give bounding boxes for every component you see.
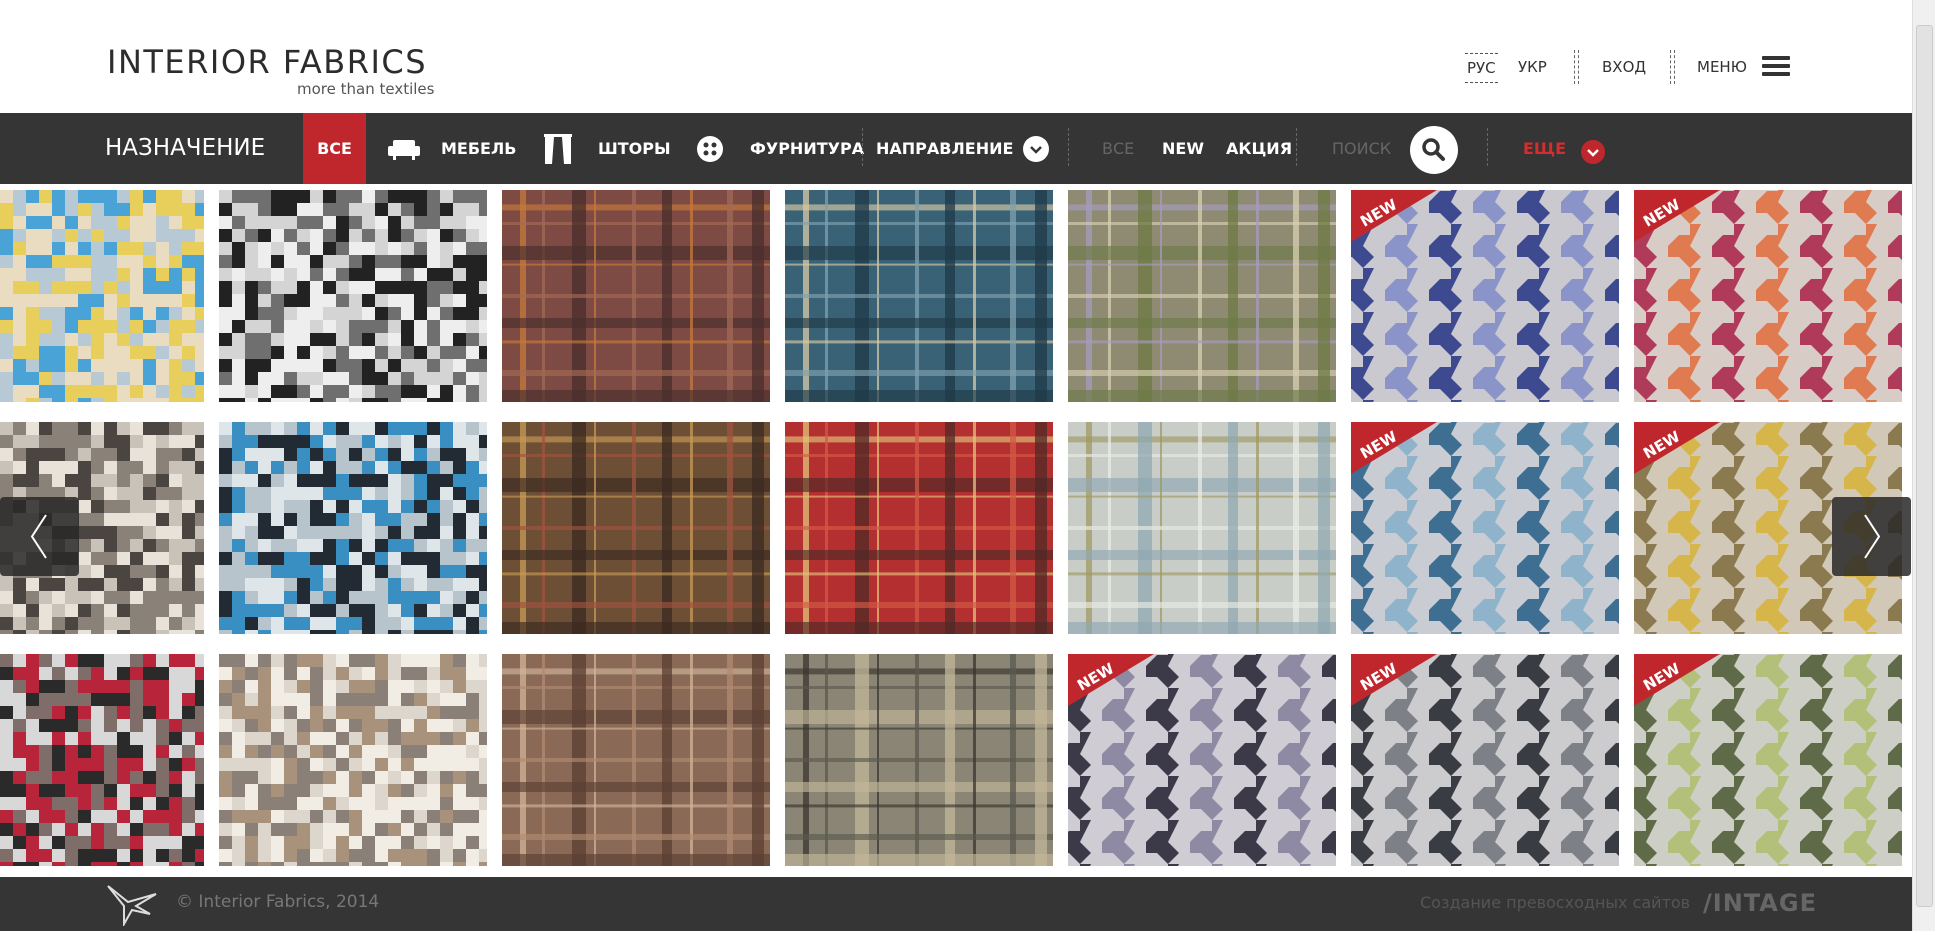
curtains-icon	[544, 134, 572, 164]
divider	[1068, 128, 1069, 166]
fabric-swatch-image	[1351, 190, 1619, 402]
fabric-swatch-image	[1068, 422, 1336, 634]
fabric-tile[interactable]	[1068, 422, 1336, 634]
fabric-tile[interactable]	[219, 654, 487, 866]
fabric-swatch-image	[785, 654, 1053, 866]
logo[interactable]: INTERIOR FABRICS more than textiles	[107, 43, 434, 98]
fabric-swatch-image	[1068, 190, 1336, 402]
fabric-tile[interactable]: NEW	[1634, 190, 1902, 402]
developer-logo[interactable]: /INTAGE	[1703, 889, 1817, 917]
lang-ua-link[interactable]: УКР	[1518, 58, 1547, 76]
fabric-tile[interactable]	[502, 190, 770, 402]
fabric-swatch-image	[502, 422, 770, 634]
nav-furniture-link[interactable]: МЕБЕЛЬ	[441, 113, 516, 184]
divider	[1670, 50, 1675, 84]
hamburger-menu-icon[interactable]	[1762, 56, 1790, 76]
more-dropdown[interactable]: ЕЩЕ	[1523, 113, 1566, 184]
fabric-swatch-image	[1351, 422, 1619, 634]
search-input[interactable]: ПОИСК	[1332, 113, 1391, 184]
scrollbar[interactable]	[1912, 0, 1935, 931]
fabric-tile[interactable]	[1068, 190, 1336, 402]
fabric-swatch-image	[502, 190, 770, 402]
filter-sale-link[interactable]: АКЦИЯ	[1226, 113, 1292, 184]
chevron-down-icon[interactable]	[1581, 140, 1605, 164]
fabric-swatch-image	[219, 190, 487, 402]
copyright: © Interior Fabrics, 2014	[176, 892, 380, 912]
sofa-icon	[388, 140, 420, 160]
nav-direction-dropdown[interactable]: НАПРАВЛЕНИЕ	[876, 113, 1013, 184]
prev-arrow-button[interactable]	[0, 497, 79, 576]
nav-hardware-link[interactable]: ФУРНИТУРА	[750, 113, 864, 184]
fabric-tile[interactable]: NEW	[1351, 190, 1619, 402]
search-button[interactable]	[1410, 126, 1458, 174]
site-header: INTERIOR FABRICS more than textiles РУС …	[0, 0, 1912, 113]
divider	[1296, 128, 1297, 166]
login-link[interactable]: ВХОД	[1602, 58, 1646, 76]
fabric-swatch-image	[0, 654, 204, 866]
fabric-tile[interactable]	[785, 190, 1053, 402]
category-nav: НАЗНАЧЕНИЕ ВСЕ МЕБЕЛЬ ШТОРЫ ФУРНИТУРА НА…	[0, 113, 1912, 184]
fabric-tile[interactable]: NEW	[1634, 654, 1902, 866]
nav-title: НАЗНАЧЕНИЕ	[105, 135, 266, 161]
fabric-tile[interactable]	[0, 654, 204, 866]
fabric-swatch-image	[1634, 190, 1902, 402]
chevron-right-icon	[1864, 514, 1881, 559]
fabric-tile[interactable]	[785, 422, 1053, 634]
fabric-swatch-image	[219, 654, 487, 866]
button-icon	[697, 136, 723, 162]
product-grid: NEW NEW NEW NEW NEW NEW NEW	[0, 190, 1912, 870]
developer-credit-link[interactable]: Создание превосходных сайтов	[1420, 893, 1690, 912]
fabric-tile[interactable]: NEW	[1351, 422, 1619, 634]
logo-subtitle: more than textiles	[297, 80, 435, 98]
nav-all-button[interactable]: ВСЕ	[303, 113, 366, 184]
next-arrow-button[interactable]	[1832, 497, 1911, 576]
lang-ru-link[interactable]: РУС	[1465, 53, 1498, 83]
site-footer: © Interior Fabrics, 2014 Создание превос…	[0, 877, 1912, 931]
menu-link[interactable]: МЕНЮ	[1697, 58, 1747, 76]
fabric-tile[interactable]	[219, 422, 487, 634]
fabric-swatch-image	[1634, 654, 1902, 866]
fabric-tile[interactable]	[0, 190, 204, 402]
fabric-tile[interactable]	[502, 422, 770, 634]
chevron-down-icon[interactable]	[1023, 136, 1049, 162]
fabric-tile[interactable]: NEW	[1351, 654, 1619, 866]
divider	[1487, 128, 1488, 166]
fabric-swatch-image	[785, 190, 1053, 402]
nav-curtains-link[interactable]: ШТОРЫ	[598, 113, 671, 184]
filter-new-link[interactable]: NEW	[1162, 113, 1204, 184]
logo-title: INTERIOR FABRICS	[107, 43, 428, 81]
fabric-swatch-image	[785, 422, 1053, 634]
filter-all-link[interactable]: ВСЕ	[1102, 113, 1134, 184]
fabric-swatch-image	[1351, 654, 1619, 866]
fabric-tile[interactable]: NEW	[1068, 654, 1336, 866]
fabric-tile[interactable]	[502, 654, 770, 866]
fabric-swatch-image	[0, 190, 204, 402]
fabric-swatch-image	[219, 422, 487, 634]
fabric-tile[interactable]	[219, 190, 487, 402]
scrollbar-thumb[interactable]	[1916, 25, 1933, 907]
chevron-left-icon	[30, 514, 47, 559]
fabric-tile[interactable]	[785, 654, 1053, 866]
divider	[862, 128, 863, 166]
search-icon	[1422, 138, 1445, 161]
fabric-swatch-image	[1068, 654, 1336, 866]
bird-logo-icon	[107, 885, 157, 926]
fabric-swatch-image	[502, 654, 770, 866]
divider	[1574, 50, 1579, 84]
